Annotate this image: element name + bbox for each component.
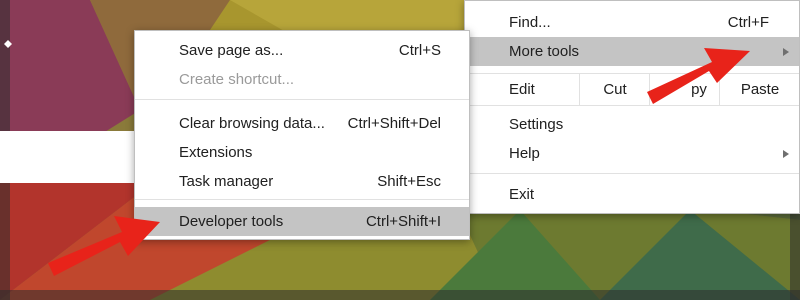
- developer-tools-label: Developer tools: [179, 213, 284, 230]
- menu-item-extensions[interactable]: Extensions: [135, 138, 469, 167]
- settings-label: Settings: [509, 116, 564, 133]
- more-tools-submenu: Save page as... Ctrl+S Create shortcut..…: [134, 30, 470, 240]
- main-menu: Find... Ctrl+F More tools Edit Cut py Pa…: [464, 0, 800, 214]
- triangle-right-icon: [783, 149, 789, 158]
- menu-item-settings[interactable]: Settings: [465, 110, 799, 139]
- task-manager-shortcut: Shift+Esc: [377, 173, 441, 190]
- edit-label: Edit: [509, 81, 535, 98]
- cut-button[interactable]: Cut: [579, 74, 650, 105]
- edit-row: Edit Cut py Paste: [465, 73, 799, 106]
- page-content-strip: [0, 131, 150, 183]
- screenshot-stage: Find... Ctrl+F More tools Edit Cut py Pa…: [0, 0, 800, 300]
- find-label: Find...: [509, 14, 551, 31]
- submenu-separator: [135, 99, 469, 100]
- developer-tools-shortcut: Ctrl+Shift+I: [365, 213, 441, 230]
- menu-separator: [465, 173, 799, 174]
- menu-item-clear-browsing-data[interactable]: Clear browsing data... Ctrl+Shift+Del: [135, 109, 469, 138]
- menu-item-save-page[interactable]: Save page as... Ctrl+S: [135, 36, 469, 65]
- save-page-label: Save page as...: [179, 42, 284, 59]
- triangle-right-icon: [783, 47, 789, 56]
- menu-item-task-manager[interactable]: Task manager Shift+Esc: [135, 167, 469, 196]
- clear-browsing-data-label: Clear browsing data...: [179, 115, 325, 132]
- menu-item-find[interactable]: Find... Ctrl+F: [465, 8, 799, 37]
- submenu-separator: [135, 199, 469, 200]
- create-shortcut-label: Create shortcut...: [179, 71, 295, 88]
- menu-item-help[interactable]: Help: [465, 139, 799, 168]
- menu-item-developer-tools[interactable]: Developer tools Ctrl+Shift+I: [135, 207, 469, 236]
- exit-label: Exit: [509, 186, 535, 203]
- menu-item-create-shortcut: Create shortcut...: [135, 65, 469, 94]
- save-page-shortcut: Ctrl+S: [398, 42, 441, 59]
- menu-item-exit[interactable]: Exit: [465, 180, 799, 209]
- paste-button[interactable]: Paste: [719, 74, 800, 105]
- cut-label: Cut: [603, 81, 627, 98]
- copy-label: py: [691, 81, 707, 98]
- help-label: Help: [509, 145, 540, 162]
- more-tools-label: More tools: [509, 43, 580, 60]
- extensions-label: Extensions: [179, 144, 253, 161]
- find-shortcut: Ctrl+F: [727, 14, 769, 31]
- copy-button[interactable]: py: [649, 74, 720, 105]
- paste-label: Paste: [740, 81, 780, 98]
- menu-item-more-tools[interactable]: More tools: [465, 37, 799, 66]
- task-manager-label: Task manager: [179, 173, 274, 190]
- clear-browsing-data-shortcut: Ctrl+Shift+Del: [347, 115, 441, 132]
